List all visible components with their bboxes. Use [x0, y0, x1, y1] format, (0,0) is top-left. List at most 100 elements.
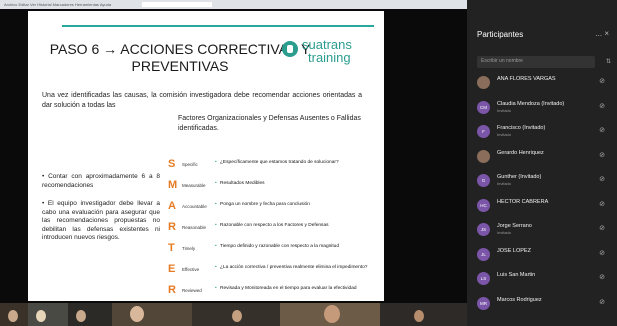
mic-muted-icon[interactable]: ⊘: [599, 273, 605, 281]
participant-row[interactable]: JS Jorge Serrano Invitado ⊘: [475, 219, 613, 244]
smart-desc: ¿La acción correctiva / preventiva realm…: [215, 265, 376, 271]
smart-row: R Reviewed Revisada y Monitoreada en el ti…: [168, 284, 378, 301]
smart-desc: Resultados Medibles: [215, 181, 376, 187]
smart-letter: A: [168, 200, 176, 212]
smart-row: R Reasonable Razonable con respecto a los …: [168, 221, 378, 242]
smart-word: Specific: [182, 162, 198, 167]
participant-row[interactable]: MR Marcos Rodriguez ⊘: [475, 293, 613, 318]
smart-letter: S: [168, 158, 176, 170]
video-thumbnail-strip: [0, 303, 467, 326]
participant-search-input[interactable]: Escribir un nombre: [477, 56, 595, 68]
participant-name: JOSE LOPEZ: [497, 247, 531, 254]
browser-menu-text: Archivo Editar Ver Historial Marcadores …: [4, 2, 112, 7]
bullet-item: • Contar con aproximadamente 6 a 8 recom…: [42, 173, 160, 189]
smart-criteria-list: S Specific ¿Específicamente que estamos tr…: [168, 158, 378, 301]
face-icon: [324, 305, 340, 323]
address-bar[interactable]: [142, 2, 213, 8]
video-tile[interactable]: [28, 303, 68, 326]
video-tile[interactable]: [0, 303, 28, 326]
slide-title: PASO 6 → ACCIONES CORRECTIVAS Y PREVENTI…: [49, 41, 311, 74]
smart-row: A Accountable Ponga un nombre y fecha para…: [168, 200, 378, 221]
smart-desc: Razonable con respecto a los Factores y …: [215, 223, 376, 229]
smart-letter: R: [168, 221, 176, 233]
smart-desc: Tiempo definido y razonable con respecto…: [215, 244, 376, 250]
slide-intro-continued: Factores Organizacionales y Defensas Aus…: [178, 115, 361, 132]
smart-row: M Measurable Resultados Medibles: [168, 179, 378, 200]
smart-word: Effective: [182, 267, 200, 272]
participant-role: Invitado: [497, 107, 512, 113]
mic-muted-icon[interactable]: ⊘: [599, 102, 605, 110]
face-icon: [232, 310, 242, 322]
participant-row[interactable]: HC HECTOR CABRERA ⊘: [475, 195, 613, 220]
mic-muted-icon[interactable]: ⊘: [599, 126, 605, 134]
avatar: LS: [477, 272, 490, 285]
participant-name: Claudia Mendoza (Invitado): [497, 100, 565, 107]
participant-row[interactable]: CM Claudia Mendoza (Invitado) Invitado ⊘: [475, 97, 613, 122]
smart-row: S Specific ¿Específicamente que estamos tr…: [168, 158, 378, 179]
video-tile[interactable]: [280, 303, 380, 326]
participant-name: Luis San Martin: [497, 272, 536, 278]
participant-role: Invitado: [497, 181, 512, 186]
mic-muted-icon[interactable]: ⊘: [599, 151, 605, 159]
participant-name: HECTOR CABRERA: [497, 198, 549, 205]
smart-word: Timely: [182, 246, 196, 251]
video-tile[interactable]: [68, 303, 112, 326]
mic-muted-icon[interactable]: ⊘: [599, 200, 605, 208]
slide-accent-line: [62, 25, 374, 27]
presentation-slide: PASO 6 → ACCIONES CORRECTIVAS Y PREVENTI…: [28, 11, 384, 301]
search-placeholder: Escribir un nombre: [481, 58, 523, 64]
avatar: F: [477, 125, 490, 138]
participants-panel: Participantes ... × Escribir un nombre ⇅…: [467, 0, 617, 326]
participant-name: Marcos Rodriguez: [497, 296, 542, 303]
logo-line2: training: [308, 50, 351, 65]
avatar: G: [477, 174, 490, 187]
participant-name: Francisco (Invitado): [497, 125, 546, 131]
video-tile[interactable]: [380, 303, 467, 326]
mic-muted-icon[interactable]: ⊘: [599, 77, 605, 85]
participant-name: ANA FLORES VARGAS: [497, 76, 556, 82]
slide-bullets: • Contar con aproximadamente 6 a 8 recom…: [42, 173, 160, 253]
participant-list: ANA FLORES VARGAS ⊘ CM Claudia Mendoza (Inv…: [475, 72, 613, 317]
browser-menu-bar[interactable]: Archivo Editar Ver Historial Marcadores …: [0, 0, 467, 9]
participant-row[interactable]: LS Luis San Martin ⊘: [475, 268, 613, 293]
face-icon: [36, 310, 46, 322]
video-tile[interactable]: [192, 303, 280, 326]
participant-name: Jorge Serrano: [497, 223, 532, 229]
smart-desc: ¿Específicamente que estamos tratando de…: [215, 160, 376, 166]
suatrans-logo: suatrans training: [282, 35, 362, 69]
avatar: JL: [477, 247, 490, 261]
participants-title: Participantes: [477, 30, 524, 39]
smart-desc: Ponga un nombre y fecha para conclusión: [215, 202, 376, 208]
avatar: [477, 76, 490, 89]
avatar: CM: [477, 100, 490, 114]
slide-intro: Una vez identificadas las causas, la com…: [42, 92, 362, 109]
smart-letter: T: [168, 242, 175, 254]
smart-desc: Revisada y Monitoreada en el tiempo para…: [215, 286, 376, 292]
smart-word: Reasonable: [182, 225, 207, 230]
bullet-item: • El equipo investigador debe llevar a c…: [42, 200, 160, 241]
participant-row[interactable]: Gerardo Henriquez ⊘: [475, 146, 613, 171]
smart-word: Reviewed: [182, 288, 202, 293]
video-tile[interactable]: [112, 303, 192, 326]
face-icon: [130, 306, 144, 322]
face-icon: [76, 310, 86, 322]
smart-letter: M: [168, 179, 178, 191]
participant-row[interactable]: JL JOSE LOPEZ ⊘: [475, 244, 613, 269]
participant-name: Gerardo Henriquez: [497, 149, 544, 156]
mic-muted-icon[interactable]: ⊘: [599, 224, 605, 232]
mic-muted-icon[interactable]: ⊘: [599, 175, 605, 183]
smart-letter: R: [168, 284, 176, 296]
mic-muted-icon[interactable]: ⊘: [599, 298, 605, 306]
smart-row: T Timely Tiempo definido y razonable con r…: [168, 242, 378, 263]
smart-word: Accountable: [182, 204, 207, 209]
smart-row: E Effective ¿La acción correctiva / preven…: [168, 263, 378, 284]
filter-icon[interactable]: ⇅: [606, 58, 611, 65]
participant-row[interactable]: F Francisco (Invitado) Invitado ⊘: [475, 121, 613, 146]
participant-name: Gunther (Invitado): [497, 174, 542, 180]
participant-row[interactable]: ANA FLORES VARGAS ⊘: [475, 72, 613, 97]
participant-row[interactable]: G Gunther (Invitado) Invitado ⊘: [475, 170, 613, 195]
panel-controls[interactable]: ... ×: [595, 29, 609, 38]
face-icon: [8, 310, 18, 322]
avatar: [477, 149, 490, 163]
mic-muted-icon[interactable]: ⊘: [599, 249, 605, 257]
